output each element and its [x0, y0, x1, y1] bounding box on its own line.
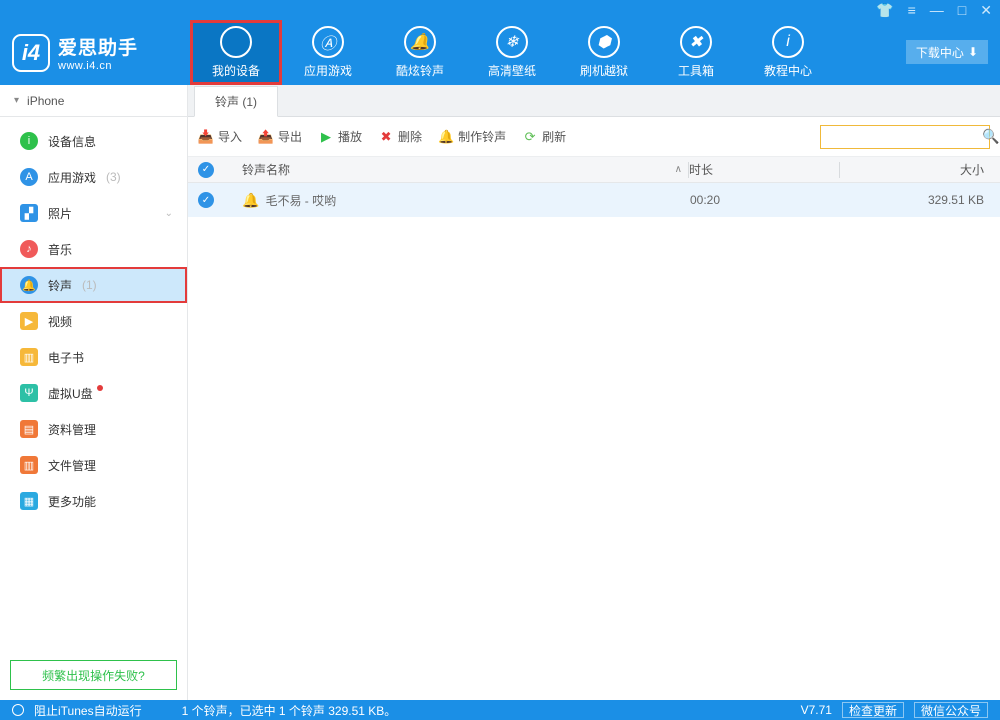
- apple-icon: [220, 26, 252, 58]
- bell-icon: 🔔: [242, 192, 259, 209]
- tshirt-icon[interactable]: 👕: [876, 3, 893, 17]
- nav-my-device[interactable]: 我的设备: [190, 20, 282, 85]
- ringtone-size: 329.51 KB: [840, 193, 990, 207]
- delete-icon: ✖: [378, 129, 394, 145]
- header: i4 爱思助手 www.i4.cn 我的设备 Ⓐ 应用游戏 🔔 酷炫铃声 ❄ 高…: [0, 20, 1000, 85]
- bell-plus-icon: 🔔: [438, 129, 454, 145]
- col-duration[interactable]: 时长: [689, 161, 839, 178]
- photo-icon: ▞: [20, 204, 38, 222]
- col-size[interactable]: 大小: [840, 161, 990, 178]
- nav-wallpapers[interactable]: ❄ 高清壁纸: [466, 20, 558, 85]
- table-row[interactable]: ✓ 🔔 毛不易 - 哎哟 00:20 329.51 KB: [188, 183, 1000, 217]
- chevron-down-icon: ⌄: [165, 208, 173, 219]
- refresh-button[interactable]: ⟳ 刷新: [522, 128, 566, 145]
- top-nav: 我的设备 Ⓐ 应用游戏 🔔 酷炫铃声 ❄ 高清壁纸 ⬢ 刷机越狱 ✖ 工具箱 i…: [190, 20, 1000, 85]
- sidebar-item-ebook[interactable]: ▥ 电子书: [0, 339, 187, 375]
- status-summary: 1 个铃声，已选中 1 个铃声 329.51 KB。: [182, 702, 397, 719]
- import-button[interactable]: 📥 导入: [198, 128, 242, 145]
- sidebar-item-video[interactable]: ▶ 视频: [0, 303, 187, 339]
- box-icon: ⬢: [588, 26, 620, 58]
- download-center-button[interactable]: 下载中心 ⬇: [906, 40, 988, 64]
- book-icon: ▥: [20, 348, 38, 366]
- sort-asc-icon: ∧: [675, 164, 682, 175]
- export-icon: 📤: [258, 129, 274, 145]
- bell-icon: 🔔: [404, 26, 436, 58]
- sidebar-item-music[interactable]: ♪ 音乐: [0, 231, 187, 267]
- nav-flash[interactable]: ⬢ 刷机越狱: [558, 20, 650, 85]
- play-button[interactable]: ▶ 播放: [318, 128, 362, 145]
- nav-tools[interactable]: ✖ 工具箱: [650, 20, 742, 85]
- bell-icon: 🔔: [20, 276, 38, 294]
- sidebar-item-photos[interactable]: ▞ 照片 ⌄: [0, 195, 187, 231]
- minimize-icon[interactable]: —: [930, 3, 944, 17]
- download-icon: ⬇: [968, 45, 978, 59]
- usb-icon: Ψ: [20, 384, 38, 402]
- table-header: ✓ 铃声名称 ∧ 时长 大小: [188, 157, 1000, 183]
- check-update-button[interactable]: 检查更新: [842, 702, 904, 718]
- import-icon: 📥: [198, 129, 214, 145]
- sidebar-item-udisk[interactable]: Ψ 虚拟U盘: [0, 375, 187, 411]
- status-bar: 阻止iTunes自动运行 1 个铃声，已选中 1 个铃声 329.51 KB。 …: [0, 700, 1000, 720]
- toolbar: 📥 导入 📤 导出 ▶ 播放 ✖ 删除 🔔 制作铃声 ⟳ 刷新: [188, 117, 1000, 157]
- device-selector[interactable]: ▾ iPhone: [0, 85, 187, 117]
- data-icon: ▤: [20, 420, 38, 438]
- menu-icon[interactable]: ≡: [908, 3, 916, 17]
- faq-button[interactable]: 频繁出现操作失败?: [10, 660, 177, 690]
- close-icon[interactable]: ✕: [980, 3, 992, 17]
- music-icon: ♪: [20, 240, 38, 258]
- search-input[interactable]: [827, 130, 982, 144]
- status-circle-icon: [12, 704, 24, 716]
- video-icon: ▶: [20, 312, 38, 330]
- play-icon: ▶: [318, 129, 334, 145]
- tab-ringtones[interactable]: 铃声 (1): [194, 86, 278, 117]
- version-label: V7.71: [801, 703, 832, 717]
- nav-tutorials[interactable]: i 教程中心: [742, 20, 834, 85]
- search-box[interactable]: 🔍: [820, 125, 990, 149]
- ringtone-name: 毛不易 - 哎哟: [265, 192, 336, 209]
- sidebar-item-files[interactable]: ▥ 文件管理: [0, 447, 187, 483]
- sidebar-item-apps[interactable]: A 应用游戏 (3): [0, 159, 187, 195]
- nav-apps[interactable]: Ⓐ 应用游戏: [282, 20, 374, 85]
- wechat-button[interactable]: 微信公众号: [914, 702, 988, 718]
- appstore-icon: A: [20, 168, 38, 186]
- itunes-toggle[interactable]: 阻止iTunes自动运行: [34, 702, 142, 719]
- info-icon: i: [20, 132, 38, 150]
- title-bar: 👕 ≡ — □ ✕: [0, 0, 1000, 20]
- nav-ringtones[interactable]: 🔔 酷炫铃声: [374, 20, 466, 85]
- col-name[interactable]: 铃声名称 ∧: [232, 161, 688, 178]
- refresh-icon: ⟳: [522, 129, 538, 145]
- appstore-icon: Ⓐ: [312, 26, 344, 58]
- flower-icon: ❄: [496, 26, 528, 58]
- delete-button[interactable]: ✖ 删除: [378, 128, 422, 145]
- sidebar: ▾ iPhone i 设备信息 A 应用游戏 (3) ▞ 照片 ⌄ ♪ 音乐: [0, 85, 188, 700]
- app-url: www.i4.cn: [58, 60, 138, 72]
- tab-bar: 铃声 (1): [188, 85, 1000, 117]
- maximize-icon[interactable]: □: [958, 3, 966, 17]
- ringtone-duration: 00:20: [690, 193, 840, 207]
- folder-icon: ▥: [20, 456, 38, 474]
- sidebar-item-ringtones[interactable]: 🔔 铃声 (1): [0, 267, 187, 303]
- logo: i4 爱思助手 www.i4.cn: [0, 33, 190, 72]
- notification-dot: [97, 385, 103, 391]
- export-button[interactable]: 📤 导出: [258, 128, 302, 145]
- chevron-down-icon: ▾: [14, 95, 19, 106]
- row-checkbox[interactable]: ✓: [198, 192, 214, 208]
- app-name: 爱思助手: [58, 33, 138, 60]
- sidebar-item-more[interactable]: ▦ 更多功能: [0, 483, 187, 519]
- sidebar-item-device-info[interactable]: i 设备信息: [0, 123, 187, 159]
- make-ringtone-button[interactable]: 🔔 制作铃声: [438, 128, 506, 145]
- sidebar-item-data[interactable]: ▤ 资料管理: [0, 411, 187, 447]
- info-icon: i: [772, 26, 804, 58]
- select-all-checkbox[interactable]: ✓: [198, 162, 214, 178]
- content: 铃声 (1) 📥 导入 📤 导出 ▶ 播放 ✖ 删除 🔔 制作铃声: [188, 85, 1000, 700]
- tools-icon: ✖: [680, 26, 712, 58]
- search-icon: 🔍: [982, 128, 999, 145]
- logo-badge: i4: [12, 34, 50, 72]
- grid-icon: ▦: [20, 492, 38, 510]
